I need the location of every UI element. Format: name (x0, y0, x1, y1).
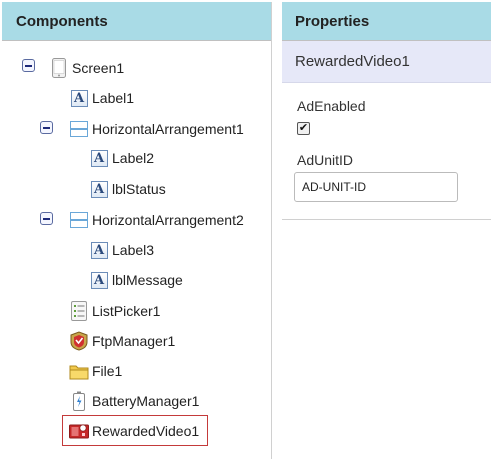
tree-item-label3[interactable]: A Label3 (89, 237, 154, 263)
folder-icon (69, 361, 89, 381)
collapse-toggle-screen1[interactable] (22, 59, 35, 72)
tree-item-label: BatteryManager1 (92, 393, 200, 409)
tree-item-label: lblStatus (112, 181, 166, 197)
ad-enabled-checkbox[interactable]: ✔ (297, 122, 310, 135)
tree-item-label: FtpManager1 (92, 333, 176, 349)
tree-item-batterymanager1[interactable]: BatteryManager1 (69, 388, 199, 414)
label-icon: A (69, 88, 89, 108)
collapse-toggle-horizontalarrangement1[interactable] (40, 121, 53, 134)
tree-item-label: HorizontalArrangement1 (92, 121, 244, 137)
tree-item-label: HorizontalArrangement2 (92, 212, 244, 228)
tree-item-file1[interactable]: File1 (69, 358, 122, 384)
tree-item-label: RewardedVideo1 (92, 422, 200, 439)
label-icon: A (89, 240, 109, 260)
tree-item-lblstatus[interactable]: A lblStatus (89, 176, 166, 202)
tree-item-rewardedvideo1[interactable]: RewardedVideo1 (62, 415, 209, 446)
tree-item-label: Label3 (112, 242, 155, 258)
tree-item-label: Label2 (112, 150, 155, 166)
tree-item-label: ListPicker1 (92, 303, 161, 319)
rewarded-video-icon (69, 421, 89, 441)
collapse-toggle-horizontalarrangement2[interactable] (40, 212, 53, 225)
tree-item-label: lblMessage (112, 272, 183, 288)
components-header: Components (2, 2, 271, 41)
tree-item-horizontalarrangement1[interactable]: HorizontalArrangement1 (69, 116, 244, 142)
properties-header: Properties (282, 2, 491, 41)
label-icon: A (89, 270, 109, 290)
tree-item-screen1[interactable]: Screen1 (49, 55, 124, 81)
tree-item-label: Screen1 (72, 60, 125, 76)
ad-enabled-label: AdEnabled (297, 98, 366, 114)
tree-item-horizontalarrangement2[interactable]: HorizontalArrangement2 (69, 207, 244, 233)
screen-icon (49, 58, 69, 78)
battery-icon (69, 391, 89, 411)
tree-item-ftpmanager1[interactable]: FtpManager1 (69, 328, 175, 354)
tree-item-label: Label1 (92, 90, 135, 106)
ad-unit-id-input[interactable] (294, 172, 458, 202)
horizontal-arrangement-icon (69, 119, 89, 139)
tree-item-lblmessage[interactable]: A lblMessage (89, 267, 183, 293)
tree-item-label2[interactable]: A Label2 (89, 145, 154, 171)
components-panel: Components Screen1 A Label1 HorizontalAr… (2, 2, 272, 459)
horizontal-arrangement-icon (69, 210, 89, 230)
properties-panel: Properties RewardedVideo1 AdEnabled ✔ Ad… (282, 2, 491, 220)
label-icon: A (89, 179, 109, 199)
selected-component-name: RewardedVideo1 (282, 41, 491, 83)
tree-item-label: File1 (92, 363, 123, 379)
listpicker-icon (69, 301, 89, 321)
tree-item-label1[interactable]: A Label1 (69, 85, 134, 111)
ftp-manager-icon (69, 331, 89, 351)
ad-unit-id-label: AdUnitID (297, 152, 354, 168)
label-icon: A (89, 148, 109, 168)
tree-item-listpicker1[interactable]: ListPicker1 (69, 298, 160, 324)
